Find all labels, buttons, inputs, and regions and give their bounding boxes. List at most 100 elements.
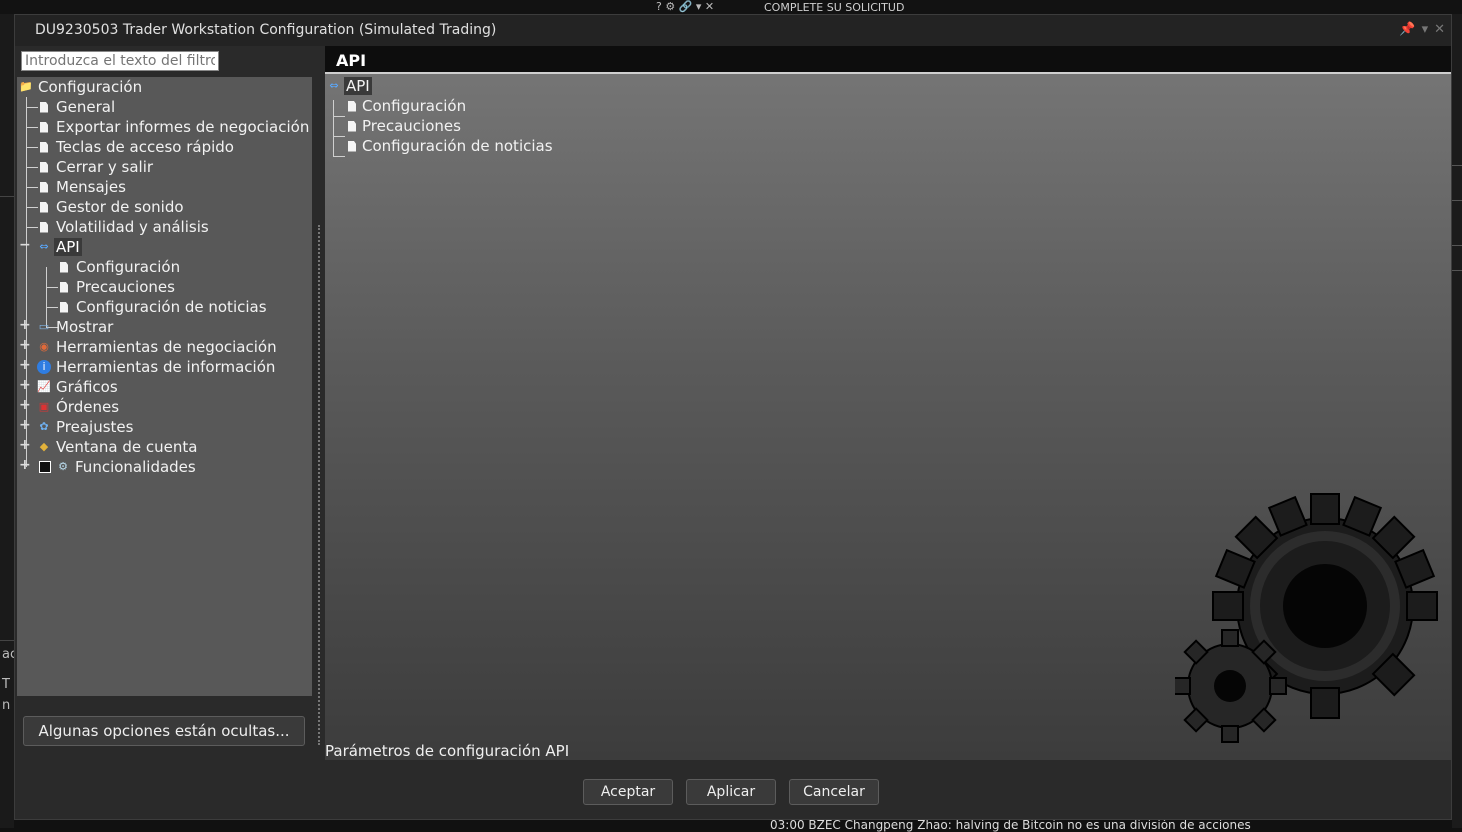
panel-item-configuracion[interactable]: Configuración xyxy=(345,96,466,116)
tree-item-general[interactable]: General xyxy=(37,97,117,117)
background-divider xyxy=(1452,270,1462,271)
tree-item-cerrar-salir[interactable]: Cerrar y salir xyxy=(37,157,155,177)
tree-item-graficos[interactable]: 📈 Gráficos xyxy=(37,377,120,397)
panel-item-label: Configuración xyxy=(362,97,467,115)
dialog-title: DU9230503 Trader Workstation Configurati… xyxy=(35,22,497,38)
background-divider xyxy=(1452,165,1462,166)
hidden-options-button[interactable]: Algunas opciones están ocultas... xyxy=(23,716,305,746)
tree-connector xyxy=(333,100,334,156)
accept-button[interactable]: Aceptar xyxy=(583,779,673,805)
account-window-icon: ◆ xyxy=(39,440,49,453)
tree-item-ventana-cuenta[interactable]: ◆ Ventana de cuenta xyxy=(37,437,199,457)
tree-item-label: Precauciones xyxy=(76,278,175,296)
tree-item-label: Mensajes xyxy=(56,178,126,196)
expand-icon[interactable]: + xyxy=(19,457,31,473)
tree-item-mensajes[interactable]: Mensajes xyxy=(37,177,128,197)
close-icon[interactable]: ✕ xyxy=(1434,22,1445,37)
tree-item-label: Configuración xyxy=(38,78,143,96)
chart-icon: 📈 xyxy=(37,380,51,393)
tree-root-configuracion[interactable]: 📁 Configuración xyxy=(19,77,144,97)
panel-item-api[interactable]: ⇔ API xyxy=(327,76,372,96)
tree-item-volatilidad[interactable]: Volatilidad y análisis xyxy=(37,217,211,237)
tree-item-label: Cerrar y salir xyxy=(56,158,154,176)
expand-icon[interactable]: + xyxy=(19,317,31,333)
background-divider xyxy=(1452,245,1462,246)
tree-item-label: Volatilidad y análisis xyxy=(56,218,209,236)
document-icon xyxy=(40,101,48,113)
collapse-icon[interactable]: − xyxy=(19,237,31,253)
expand-icon[interactable]: + xyxy=(19,417,31,433)
panel-header: API xyxy=(325,46,1451,74)
tree-item-label: Funcionalidades xyxy=(75,458,196,476)
tree-item-label: Órdenes xyxy=(56,398,120,416)
tree-item-label: Gestor de sonido xyxy=(56,198,184,216)
document-icon xyxy=(40,221,48,233)
background-right-strip xyxy=(1452,14,1462,828)
tree-item-label: Herramientas de negociación xyxy=(56,338,277,356)
panel-description: Parámetros de configuración API xyxy=(325,742,570,760)
expand-icon[interactable]: + xyxy=(19,357,31,373)
background-divider xyxy=(0,196,14,197)
info-icon: i xyxy=(37,360,51,374)
features-gear-icon: ⚙ xyxy=(58,460,68,473)
tree-item-mostrar[interactable]: ▭ Mostrar xyxy=(37,317,115,337)
background-text-fragment: n xyxy=(2,698,11,713)
background-divider xyxy=(0,640,14,641)
apply-button[interactable]: Aplicar xyxy=(686,779,776,805)
tree-item-gestor-sonido[interactable]: Gestor de sonido xyxy=(37,197,186,217)
tree-item-label: Mostrar xyxy=(56,318,114,336)
tree-item-herramientas-negociacion[interactable]: ◉ Herramientas de negociación xyxy=(37,337,279,357)
tree-item-funcionalidades[interactable]: ⚙ Funcionalidades xyxy=(37,457,198,477)
tree-item-label: Configuración xyxy=(76,258,181,276)
tree-item-label: Herramientas de información xyxy=(56,358,276,376)
expand-icon[interactable]: + xyxy=(19,337,31,353)
chevron-down-icon[interactable]: ▾ xyxy=(1422,22,1429,37)
gears-illustration xyxy=(1175,493,1438,743)
tree-item-label: Teclas de acceso rápido xyxy=(56,138,234,156)
panel-item-precauciones[interactable]: Precauciones xyxy=(345,116,461,136)
tree-connector xyxy=(333,116,345,117)
background-notice-text: COMPLETE SU SOLICITUD xyxy=(764,1,905,14)
tree-item-api-precauciones[interactable]: Precauciones xyxy=(57,277,177,297)
tree-item-exportar-informes[interactable]: Exportar informes de negociación xyxy=(37,117,311,137)
settings-tree: 📁 Configuración General Exportar informe… xyxy=(17,77,312,696)
folder-icon: 📁 xyxy=(19,80,33,93)
titlebar-controls: 📌 ▾ ✕ xyxy=(1399,22,1445,37)
configuration-dialog: DU9230503 Trader Workstation Configurati… xyxy=(14,14,1452,820)
tree-item-api-noticias[interactable]: Configuración de noticias xyxy=(57,297,269,317)
background-text-fragment: T xyxy=(2,677,10,692)
panel-title: API xyxy=(336,51,367,70)
tree-connector xyxy=(333,136,345,137)
background-toolbar-icons: ? ⚙ 🔗 ▾ ✕ xyxy=(656,0,715,13)
document-icon xyxy=(348,100,356,112)
checkbox-icon[interactable] xyxy=(39,461,51,473)
background-divider xyxy=(1452,200,1462,201)
orders-icon: ▣ xyxy=(38,400,50,413)
panel-item-label: Precauciones xyxy=(362,117,461,135)
expand-icon[interactable]: + xyxy=(19,397,31,413)
content-panel: API ⇔ API Configuración Precauciones Con… xyxy=(325,46,1451,760)
tree-item-label: Configuración de noticias xyxy=(76,298,267,316)
pin-icon[interactable]: 📌 xyxy=(1399,22,1415,37)
document-icon xyxy=(60,281,68,293)
dialog-titlebar[interactable]: DU9230503 Trader Workstation Configurati… xyxy=(15,15,1451,46)
document-icon xyxy=(348,140,356,152)
cancel-button[interactable]: Cancelar xyxy=(789,779,879,805)
tree-item-label: Ventana de cuenta xyxy=(56,438,198,456)
background-news-ticker: 03:00 BZEC Changpeng Zhao: halving de Bi… xyxy=(770,818,1251,832)
expand-icon[interactable]: + xyxy=(19,377,31,393)
expand-icon[interactable]: + xyxy=(19,437,31,453)
tree-item-herramientas-informacion[interactable]: i Herramientas de información xyxy=(37,357,277,377)
tree-item-label: Exportar informes de negociación xyxy=(56,118,310,136)
tree-item-api-configuracion[interactable]: Configuración xyxy=(57,257,182,277)
tree-item-label: Gráficos xyxy=(56,378,118,396)
panel-item-noticias[interactable]: Configuración de noticias xyxy=(345,136,553,156)
tree-item-teclas-acceso[interactable]: Teclas de acceso rápido xyxy=(37,137,236,157)
tree-item-label: Preajustes xyxy=(56,418,134,436)
tree-item-ordenes[interactable]: ▣ Órdenes xyxy=(37,397,121,417)
panel-splitter[interactable] xyxy=(318,225,320,745)
tree-item-preajustes[interactable]: ✿ Preajustes xyxy=(37,417,135,437)
filter-input[interactable] xyxy=(21,51,219,71)
tree-item-api[interactable]: ⇔ API xyxy=(37,237,82,257)
document-icon xyxy=(60,261,68,273)
